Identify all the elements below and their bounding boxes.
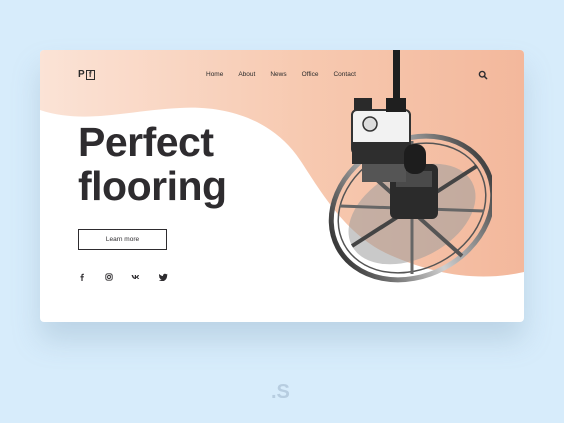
nav-about[interactable]: About bbox=[238, 70, 255, 80]
facebook-icon[interactable] bbox=[77, 272, 87, 282]
nav-home[interactable]: Home bbox=[206, 70, 223, 80]
instagram-icon[interactable] bbox=[104, 272, 114, 282]
hero-title-line2: flooring bbox=[78, 163, 227, 209]
nav-news[interactable]: News bbox=[270, 70, 286, 80]
hero-card: P f Home About News Office Contact Perfe… bbox=[40, 50, 524, 322]
logo-letter-f: f bbox=[85, 70, 95, 80]
learn-more-button[interactable]: Learn more bbox=[78, 229, 167, 250]
logo-letter-p: P bbox=[78, 69, 85, 80]
hero-title: Perfect flooring bbox=[78, 120, 227, 208]
social-links bbox=[77, 272, 185, 282]
brand-logo[interactable]: P f bbox=[78, 69, 95, 81]
watermark-logo: .S bbox=[271, 381, 290, 403]
vk-icon[interactable] bbox=[131, 272, 141, 282]
hero-title-line1: Perfect bbox=[78, 119, 214, 165]
power-trowel-image bbox=[328, 50, 492, 283]
twitter-icon[interactable] bbox=[158, 272, 168, 282]
